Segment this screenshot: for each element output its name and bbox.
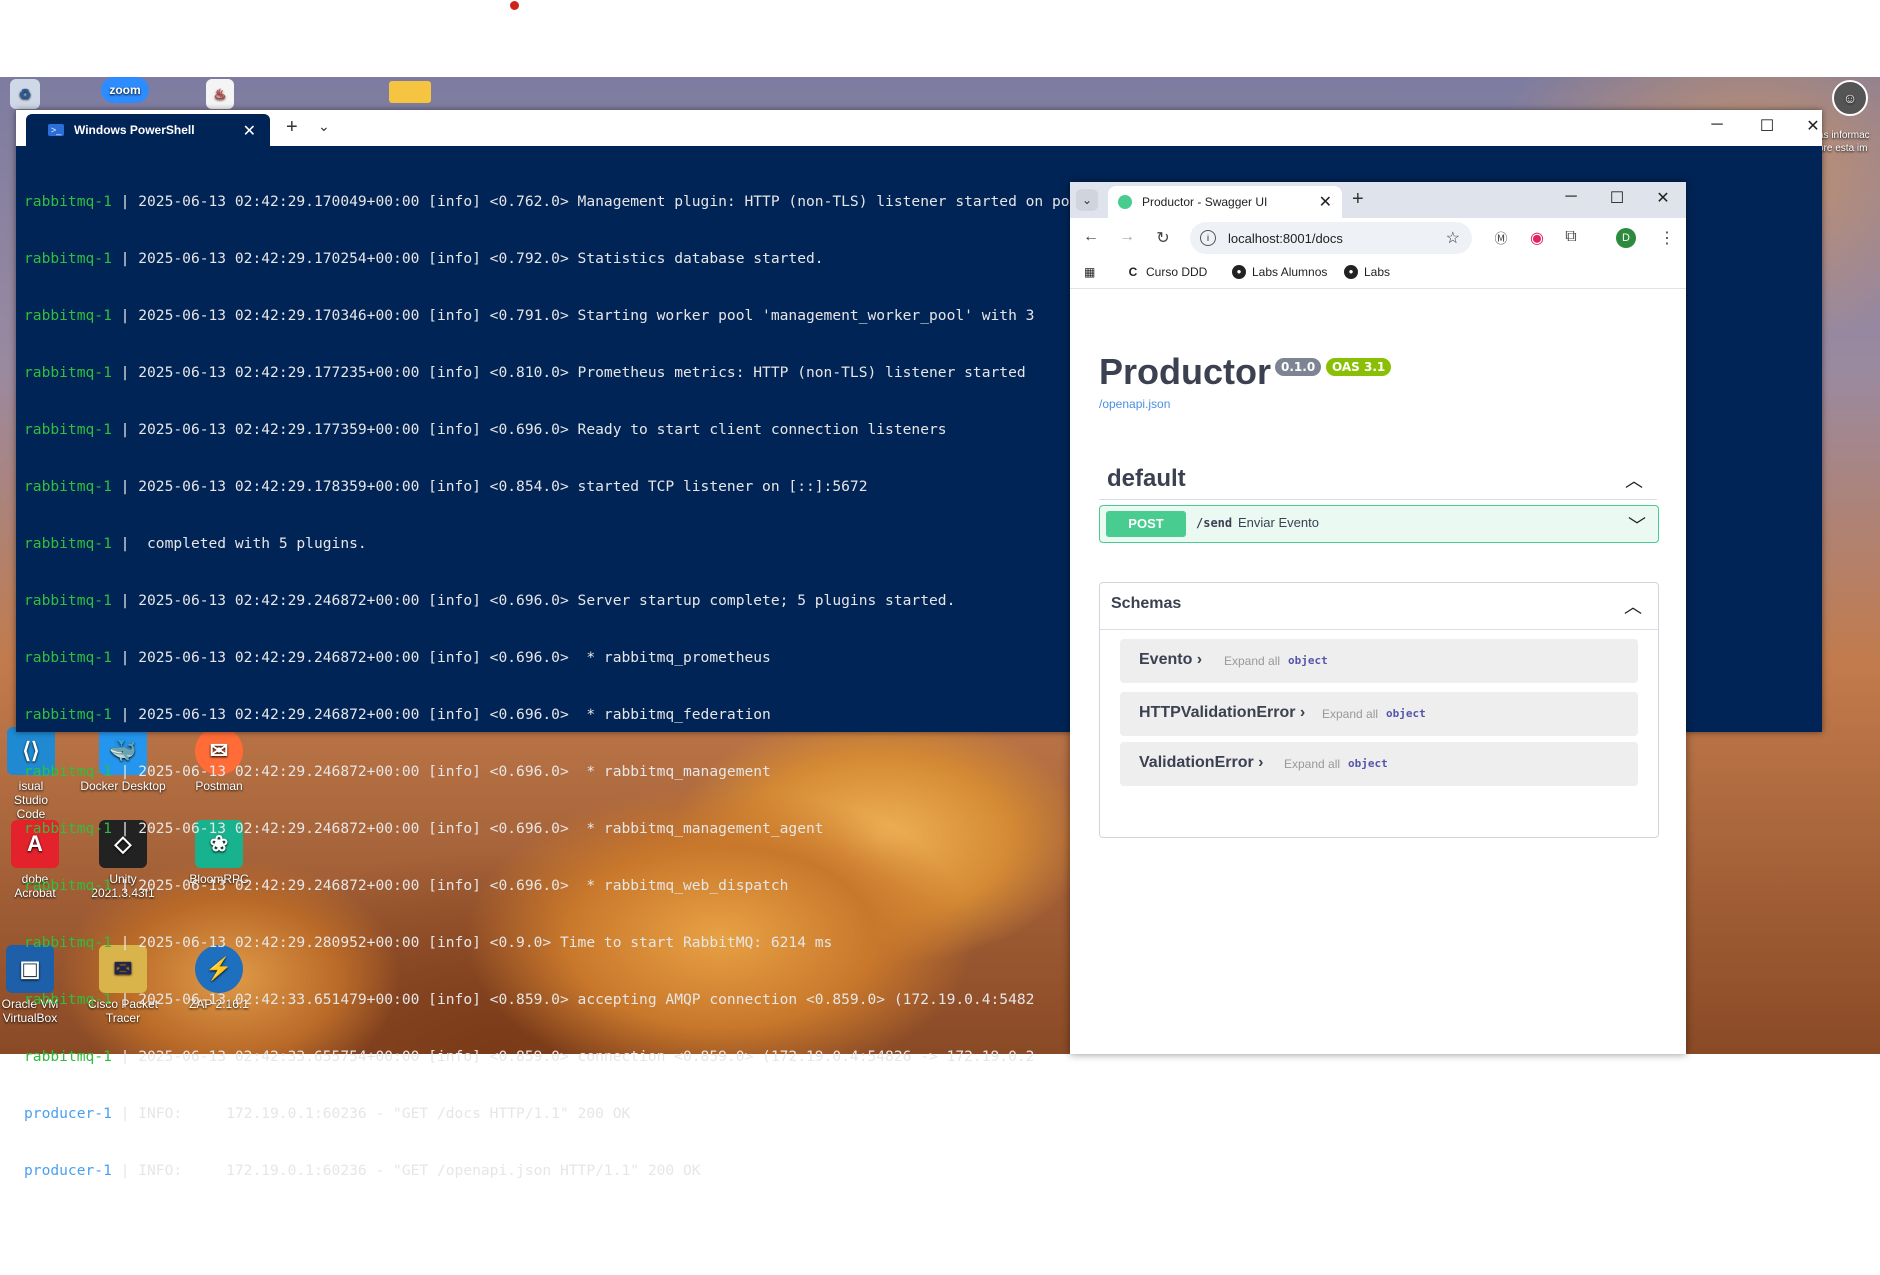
minimize-button[interactable]: ─ <box>1702 116 1732 134</box>
terminal-titlebar[interactable]: >_ Windows PowerShell ✕ + ⌄ ─ ☐ ✕ <box>16 110 1822 146</box>
address-bar[interactable]: i localhost:8001/docs ☆ <box>1190 222 1472 254</box>
powershell-icon: >_ <box>48 124 64 136</box>
chevron-down-icon[interactable]: ﹀ <box>1628 512 1646 538</box>
tab-search-icon[interactable]: ⌄ <box>1076 189 1098 211</box>
expand-all-link[interactable]: Expand all <box>1284 757 1340 771</box>
chevron-down-icon[interactable]: ⌄ <box>318 118 330 135</box>
maximize-button[interactable]: ☐ <box>1752 116 1782 136</box>
top-blank-area <box>0 0 1880 77</box>
extension-record-icon[interactable]: ◉ <box>1526 228 1548 248</box>
terminal-prompt[interactable] <box>24 1218 1140 1237</box>
chevron-up-icon[interactable]: ︿ <box>1624 593 1642 619</box>
model-type: object <box>1288 654 1328 667</box>
schemas-header[interactable]: Schemas ︿ <box>1100 583 1658 630</box>
terminal-tab[interactable]: >_ Windows PowerShell ✕ <box>26 114 270 146</box>
operation-path: /send <box>1196 516 1233 530</box>
minimize-button[interactable]: ─ <box>1556 188 1586 206</box>
browser-window[interactable]: ⌄ Productor - Swagger UI ✕ + ─ ☐ ✕ ← → ↻… <box>1070 182 1686 1054</box>
url-text: localhost:8001/docs <box>1228 230 1343 246</box>
http-method-badge: POST <box>1106 511 1186 537</box>
log-line: rabbitmq-1 | 2025-06-13 02:42:29.170346+… <box>24 307 1035 324</box>
oas-badge: OAS 3.1 <box>1326 358 1392 376</box>
log-line: rabbitmq-1 | 2025-06-13 02:42:29.246872+… <box>24 592 956 609</box>
model-type: object <box>1348 757 1388 770</box>
terminal-output[interactable]: rabbitmq-1 | 2025-06-13 02:42:29.170049+… <box>24 154 1140 1275</box>
browser-toolbar: ← → ↻ i localhost:8001/docs ☆ Ⓜ ◉ ⧉ ⋮ <box>1070 218 1686 258</box>
log-line: rabbitmq-1 | 2025-06-13 02:42:29.170254+… <box>24 250 824 267</box>
github-icon: ● <box>1344 265 1358 279</box>
new-tab-button[interactable]: + <box>1352 188 1364 211</box>
c-letter-icon: C <box>1128 265 1138 279</box>
swagger-page: Productor 0.1.0 OAS 3.1 /openapi.json de… <box>1070 289 1686 1054</box>
log-line: rabbitmq-1 | 2025-06-13 02:42:29.246872+… <box>24 763 771 780</box>
log-line: rabbitmq-1 | 2025-06-13 02:42:29.178359+… <box>24 478 868 495</box>
log-line: rabbitmq-1 | 2025-06-13 02:42:33.651479+… <box>24 991 1035 1008</box>
browser-tabbar[interactable]: ⌄ Productor - Swagger UI ✕ + ─ ☐ ✕ <box>1070 182 1686 218</box>
apps-grid-icon[interactable]: ▦ <box>1084 265 1095 279</box>
close-tab-icon[interactable]: ✕ <box>1319 192 1332 212</box>
user-accessibility-icon[interactable]: ☺ <box>1832 80 1868 120</box>
folder-icon[interactable] <box>385 81 435 107</box>
back-arrow-icon[interactable]: ← <box>1080 228 1102 246</box>
log-line: producer-1 | INFO: 172.19.0.1:60236 - "G… <box>24 1162 701 1179</box>
new-tab-button[interactable]: + <box>286 116 298 139</box>
bookmark-star-icon[interactable]: ☆ <box>1446 228 1460 248</box>
swagger-favicon-icon <box>1118 195 1132 209</box>
java-file-icon[interactable]: ♨ <box>200 79 240 113</box>
log-line: rabbitmq-1 | 2025-06-13 02:42:29.246872+… <box>24 877 789 894</box>
close-button[interactable]: ✕ <box>1648 188 1678 208</box>
openapi-link[interactable]: /openapi.json <box>1099 397 1170 411</box>
profile-avatar[interactable]: D <box>1616 228 1636 248</box>
site-info-icon[interactable]: i <box>1200 230 1216 246</box>
model-name: HTTPValidationError › <box>1139 704 1306 721</box>
chevron-up-icon[interactable]: ︿ <box>1625 467 1643 493</box>
browser-tab[interactable]: Productor - Swagger UI ✕ <box>1108 186 1342 218</box>
model-evento[interactable]: Evento › Expand all object <box>1120 639 1638 683</box>
schemas-title: Schemas <box>1111 595 1182 612</box>
close-tab-icon[interactable]: ✕ <box>243 121 256 141</box>
version-badge: 0.1.0 <box>1275 358 1322 376</box>
extensions-puzzle-icon[interactable]: ⧉ <box>1560 228 1582 246</box>
model-httpvalidationerror[interactable]: HTTPValidationError › Expand all object <box>1120 692 1638 736</box>
model-type: object <box>1386 707 1426 720</box>
tag-title: default <box>1107 465 1186 492</box>
log-line: rabbitmq-1 | 2025-06-13 02:42:29.246872+… <box>24 706 771 723</box>
model-name: Evento › <box>1139 651 1203 668</box>
bookmarks-bar: ▦ C Curso DDD ● Labs Alumnos ● Labs <box>1070 258 1686 289</box>
bookmark-labs[interactable]: ● Labs <box>1344 265 1390 279</box>
log-line: producer-1 | INFO: 172.19.0.1:60236 - "G… <box>24 1105 631 1122</box>
forward-arrow-icon[interactable]: → <box>1116 228 1138 246</box>
bookmark-labs-alumnos[interactable]: ● Labs Alumnos <box>1232 265 1327 279</box>
bookmark-curso-ddd[interactable]: C Curso DDD <box>1126 265 1208 279</box>
text-cursor <box>24 1220 26 1236</box>
log-line: rabbitmq-1 | 2025-06-13 02:42:29.170049+… <box>24 193 1140 210</box>
operation-summary: Enviar Evento <box>1238 515 1319 530</box>
desktop-icon-zoom[interactable]: zoom <box>80 77 170 107</box>
log-line: rabbitmq-1 | completed with 5 plugins. <box>24 535 367 552</box>
close-button[interactable]: ✕ <box>1798 116 1828 136</box>
tag-section-default[interactable]: default ︿ <box>1099 459 1657 500</box>
log-line: rabbitmq-1 | 2025-06-13 02:42:29.246872+… <box>24 820 824 837</box>
log-line: rabbitmq-1 | 2025-06-13 02:42:29.177235+… <box>24 364 1026 381</box>
log-line: rabbitmq-1 | 2025-06-13 02:42:29.280952+… <box>24 934 833 951</box>
maximize-button[interactable]: ☐ <box>1602 188 1632 208</box>
reload-icon[interactable]: ↻ <box>1152 228 1174 248</box>
log-line: rabbitmq-1 | 2025-06-13 02:42:29.177359+… <box>24 421 947 438</box>
expand-all-link[interactable]: Expand all <box>1224 654 1280 668</box>
model-name: ValidationError › <box>1139 754 1264 771</box>
operation-post-send[interactable]: POST /send Enviar Evento ﹀ <box>1099 505 1659 543</box>
model-validationerror[interactable]: ValidationError › Expand all object <box>1120 742 1638 786</box>
browser-tab-title: Productor - Swagger UI <box>1142 195 1268 209</box>
menu-kebab-icon[interactable]: ⋮ <box>1656 228 1678 248</box>
log-line: rabbitmq-1 | 2025-06-13 02:42:29.246872+… <box>24 649 771 666</box>
extension-m-icon[interactable]: Ⓜ <box>1490 228 1512 247</box>
schemas-section: Schemas ︿ Evento › Expand all object HTT… <box>1099 582 1659 838</box>
log-line: rabbitmq-1 | 2025-06-13 02:42:33.655754+… <box>24 1048 1035 1065</box>
terminal-tab-title: Windows PowerShell <box>74 123 195 137</box>
recording-indicator-icon <box>510 1 519 10</box>
expand-all-link[interactable]: Expand all <box>1322 707 1378 721</box>
github-icon: ● <box>1232 265 1246 279</box>
recycle-bin-icon[interactable]: ♻ <box>0 79 50 113</box>
page-title: Productor <box>1099 351 1272 392</box>
